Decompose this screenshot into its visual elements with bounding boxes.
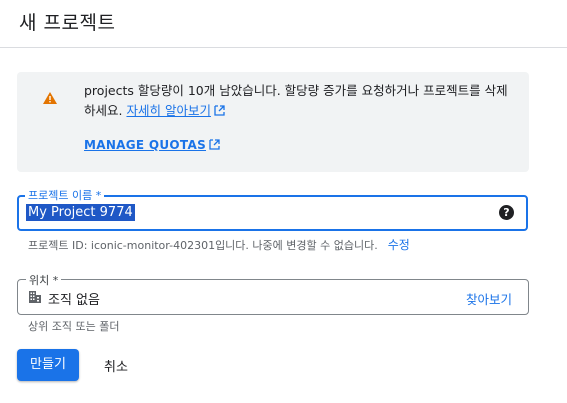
location-field[interactable]: 위치 * 조직 없음 찾아보기	[17, 272, 529, 315]
location-value: 조직 없음	[48, 293, 100, 308]
project-name-label: 프로젝트 이름 *	[25, 187, 105, 203]
project-name-field[interactable]: 프로젝트 이름 * My Project 9774 ?	[17, 187, 528, 231]
learn-more-label: 자세히 알아보기	[126, 103, 211, 118]
edit-project-id-link[interactable]: 수정	[388, 238, 410, 252]
cancel-button[interactable]: 취소	[104, 356, 128, 375]
quota-alert-text: projects 할당량이 10개 남았습니다. 할당량 증가를 요청하거나 프…	[84, 81, 514, 121]
external-link-icon	[214, 105, 225, 116]
project-id-hint: 프로젝트 ID: iconic-monitor-402301입니다. 나중에 변…	[28, 236, 410, 253]
building-icon	[29, 291, 41, 303]
browse-button[interactable]: 찾아보기	[466, 289, 512, 308]
dialog-title: 새 프로젝트	[19, 12, 116, 34]
location-label: 위치 *	[26, 272, 62, 288]
header-divider	[0, 47, 567, 48]
external-link-icon	[209, 139, 220, 150]
help-icon[interactable]: ?	[499, 205, 514, 220]
learn-more-link[interactable]: 자세히 알아보기	[126, 103, 225, 118]
manage-quotas-label: MANAGE QUOTAS	[84, 138, 207, 152]
create-button[interactable]: 만들기	[17, 349, 79, 381]
warning-icon	[43, 92, 57, 104]
location-hint: 상위 조직 또는 폴더	[28, 320, 120, 333]
quota-alert: projects 할당량이 10개 남았습니다. 할당량 증가를 요청하거나 프…	[17, 72, 529, 172]
manage-quotas-link[interactable]: MANAGE QUOTAS	[84, 138, 220, 152]
project-id-text: 프로젝트 ID: iconic-monitor-402301입니다. 나중에 변…	[28, 239, 378, 252]
project-name-input[interactable]: My Project 9774	[26, 204, 135, 221]
